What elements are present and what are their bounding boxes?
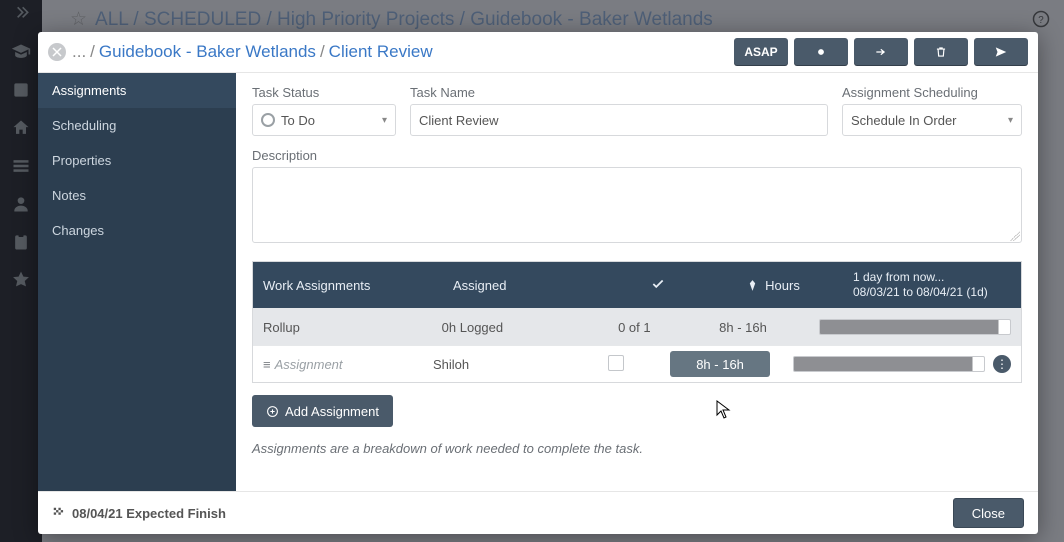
assignment-checkbox[interactable] <box>608 355 624 371</box>
wa-rollup-row: Rollup 0h Logged 0 of 1 8h - 16h <box>253 308 1021 345</box>
asap-button[interactable]: ASAP <box>734 38 788 66</box>
wa-col-hours: Hours <box>703 278 843 293</box>
wa-col-schedule: 1 day from now... 08/03/21 to 08/04/21 (… <box>843 270 1021 300</box>
plus-circle-icon <box>266 405 279 418</box>
modal-footer: 08/04/21 Expected Finish Close <box>38 491 1038 534</box>
breadcrumb-parent[interactable]: Guidebook - Baker Wetlands <box>99 42 316 62</box>
modal-sidebar: Assignments Scheduling Properties Notes … <box>38 73 236 491</box>
trash-button[interactable] <box>914 38 968 66</box>
caret-down-icon: ▾ <box>382 115 387 126</box>
wa-col-check <box>613 277 703 294</box>
assignment-assignee[interactable]: Shiloh <box>423 357 575 372</box>
record-button[interactable] <box>794 38 848 66</box>
task-status-label: Task Status <box>252 85 396 100</box>
assignments-hint: Assignments are a breakdown of work need… <box>252 441 1022 456</box>
work-assignments-table: Work Assignments Assigned Hours 1 day fr… <box>252 261 1022 383</box>
modal-header: ... / Guidebook - Baker Wetlands / Clien… <box>38 32 1038 73</box>
breadcrumb-ellipsis[interactable]: ... <box>72 42 86 62</box>
tab-scheduling[interactable]: Scheduling <box>38 108 236 143</box>
assignment-sched-label: Assignment Scheduling <box>842 85 1022 100</box>
check-icon <box>651 277 665 291</box>
assignment-hours-chip[interactable]: 8h - 16h <box>670 351 770 377</box>
description-label: Description <box>252 148 1022 163</box>
assignment-name-input[interactable]: Assignment <box>275 357 343 372</box>
rollup-label: Rollup <box>253 320 432 335</box>
rollup-assigned: 0h Logged <box>432 320 592 335</box>
add-assignment-button[interactable]: Add Assignment <box>252 395 393 427</box>
assignment-progress-bar[interactable] <box>793 356 985 372</box>
task-name-input[interactable]: Client Review <box>410 104 828 136</box>
task-name-label: Task Name <box>410 85 828 100</box>
wa-col-assigned: Assigned <box>443 278 613 293</box>
assignment-sched-select[interactable]: Schedule In Order ▾ <box>842 104 1022 136</box>
rollup-hours: 8h - 16h <box>677 320 809 335</box>
rollup-progress-bar <box>819 319 1011 335</box>
forward-button[interactable] <box>854 38 908 66</box>
wa-header-row: Work Assignments Assigned Hours 1 day fr… <box>253 262 1021 308</box>
close-icon[interactable] <box>48 43 66 61</box>
task-modal: ... / Guidebook - Baker Wetlands / Clien… <box>38 32 1038 534</box>
tab-notes[interactable]: Notes <box>38 178 236 213</box>
description-textarea[interactable] <box>252 167 1022 243</box>
close-button[interactable]: Close <box>953 498 1024 528</box>
diamond-icon <box>746 279 759 292</box>
drag-handle-icon[interactable]: ≡ <box>263 357 271 372</box>
task-status-select[interactable]: To Do ▾ <box>252 104 396 136</box>
row-info-icon[interactable]: ⋮ <box>993 355 1011 373</box>
status-dot-icon <box>261 113 275 127</box>
breadcrumb-current: Client Review <box>329 42 433 62</box>
caret-down-icon: ▾ <box>1008 115 1013 126</box>
flag-finish-icon <box>52 506 66 520</box>
modal-breadcrumb: ... / Guidebook - Baker Wetlands / Clien… <box>72 42 433 62</box>
tab-changes[interactable]: Changes <box>38 213 236 248</box>
modal-content: Task Status To Do ▾ Task Name Client Rev… <box>236 73 1038 491</box>
resize-grip-icon[interactable] <box>1010 231 1020 241</box>
rollup-check: 0 of 1 <box>592 320 677 335</box>
tab-assignments[interactable]: Assignments <box>38 73 236 108</box>
wa-row[interactable]: ≡ Assignment Shiloh 8h - 16h ⋮ <box>253 345 1021 382</box>
tab-properties[interactable]: Properties <box>38 143 236 178</box>
wa-col-name: Work Assignments <box>253 278 443 293</box>
send-button[interactable] <box>974 38 1028 66</box>
expected-finish-text: 08/04/21 Expected Finish <box>72 506 226 521</box>
